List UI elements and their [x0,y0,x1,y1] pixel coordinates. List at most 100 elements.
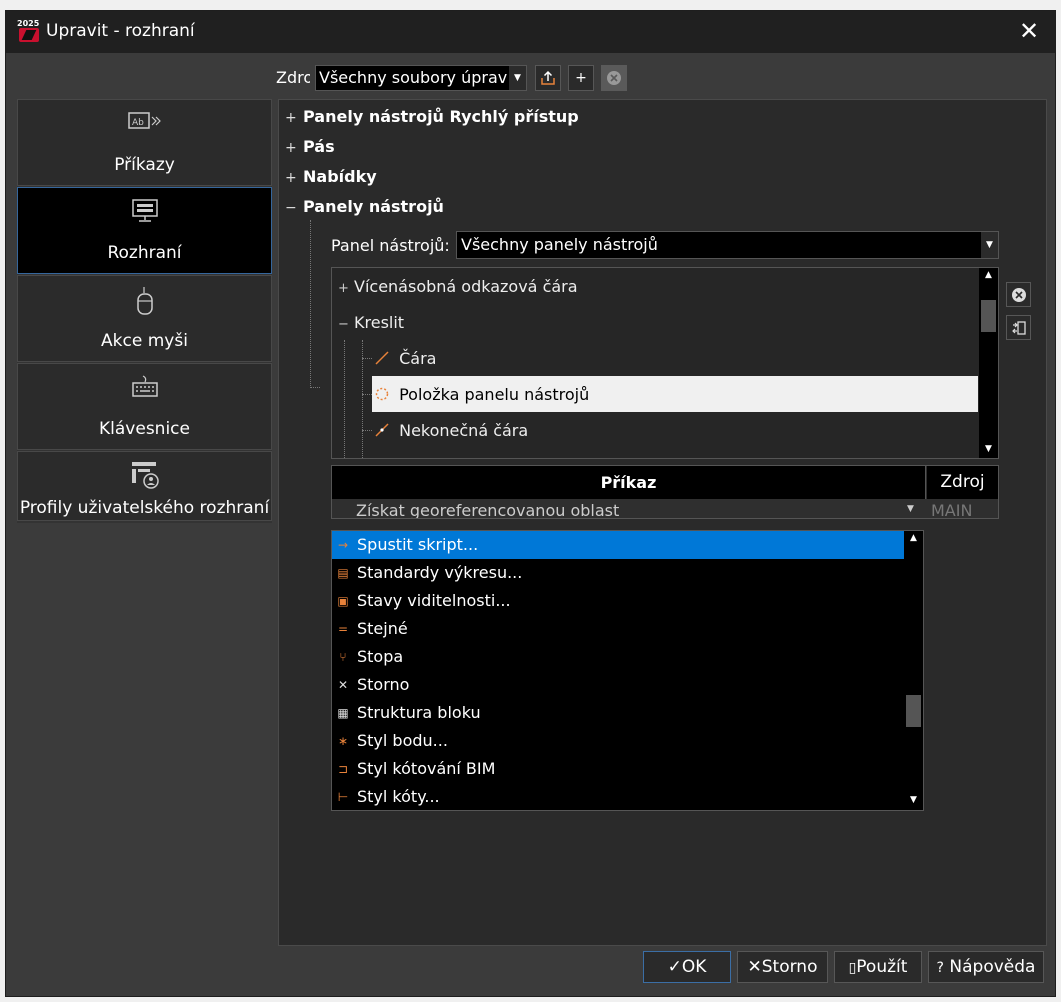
list-item[interactable]: ▦ Struktura bloku [332,699,905,727]
nav-item-interface[interactable]: Rozhraní [17,187,272,274]
check-icon: ✓ [667,957,682,977]
app-icon-year: 2025 [17,19,40,28]
list-item[interactable]: → Spustit skript... [332,531,905,559]
window-title: Upravit - rozhraní [46,21,195,41]
help-button[interactable]: ? Nápověda [928,951,1044,983]
remove-icon [607,71,621,85]
commands-icon: Ab [18,110,271,137]
toolbar-item-icon [375,387,389,401]
command-grid: Příkaz Zdroj Získat georeferencovanou ob… [331,465,999,519]
list-item[interactable]: ⊢ Styl kóty... [332,783,905,810]
scrollbar-thumb[interactable] [981,300,996,332]
line-icon [375,351,389,365]
tree-item-line[interactable]: Čára [374,349,436,368]
keyboard-icon [18,374,271,403]
profiles-icon [18,460,271,495]
customization-panel: + Panely nástrojů Rychlý přístup + Pás + Na… [278,99,1047,946]
remove-button[interactable] [601,65,627,91]
nav-label: Rozhraní [107,243,182,263]
collapse-marker[interactable]: − [285,200,303,216]
tree-item-draw[interactable]: − Kreslit [338,313,404,332]
list-item[interactable]: ⑂ Stopa [332,643,905,671]
nav-item-commands[interactable]: Ab Příkazy [17,99,272,186]
nav-label: Profily uživatelského rozhraní [19,498,270,518]
cancel-icon: ✕ [337,678,349,692]
interface-icon [18,198,271,229]
tree-section-menus[interactable]: + Nabídky [285,167,377,186]
scroll-up-icon[interactable]: ▲ [979,270,998,280]
mouse-icon [18,286,271,321]
help-icon: ? [936,960,944,976]
nav-item-profiles[interactable]: Profily uživatelského rozhraní [17,451,272,521]
dimension-style-icon: ⊢ [337,790,349,804]
expand-marker[interactable]: + [285,170,303,186]
bim-dimension-style-icon: ⊐ [337,762,349,776]
expand-marker[interactable]: + [285,140,303,156]
toolbar-select[interactable]: Všechny panely nástrojů ▼ [456,231,999,259]
scroll-down-icon[interactable]: ▼ [979,444,998,454]
toolbar-label: Panel nástrojů: [331,236,450,255]
scrollbar-thumb[interactable] [906,695,921,727]
grid-cell-source: MAIN [931,501,973,519]
dialog-window: 2025 Upravit - rozhraní ✕ Zdroj Všechny … [5,10,1056,997]
nav-item-keyboard[interactable]: Klávesnice [17,363,272,450]
close-icon[interactable]: ✕ [1017,19,1041,43]
grid-cell-command[interactable]: Získat georeferencovanou oblast [332,501,926,518]
block-structure-icon: ▦ [337,706,349,720]
export-button[interactable] [535,65,561,91]
source-value: Všechny soubory úprav [319,68,508,87]
tree-item-toolbar-item[interactable]: Položka panelu nástrojů [374,385,589,404]
drawing-standards-icon: ▤ [337,566,349,580]
source-label: Zdroj [276,68,310,87]
add-icon: + [575,70,587,86]
dropdown-scrollbar[interactable]: ▲ ▼ [904,531,923,810]
chevron-down-icon[interactable]: ▼ [981,232,998,258]
toolbar-tree: + Vícenásobná odkazová čára − Kreslit Čára… [331,267,999,459]
nav-label: Akce myši [101,331,188,351]
add-button[interactable]: + [568,65,594,91]
tree-scrollbar[interactable]: ▲ ▼ [979,268,998,458]
source-select[interactable]: Všechny soubory úprav ▼ [315,65,527,91]
run-script-icon: → [337,538,349,552]
swap-panel-icon [1011,321,1026,335]
chevron-down-icon[interactable]: ▼ [907,504,914,514]
visibility-states-icon: ▣ [337,594,349,608]
toggle-button[interactable] [1006,315,1031,340]
tree-item-multileader[interactable]: + Vícenásobná odkazová čára [338,277,578,296]
delete-button[interactable] [1006,282,1031,307]
tree-item-xline[interactable]: Nekonečná čára [374,421,528,440]
close-icon: ✕ [747,957,762,977]
tree-section-quick-access[interactable]: + Panely nástrojů Rychlý přístup [285,107,579,126]
chevron-down-icon[interactable]: ▼ [509,66,526,90]
list-item[interactable]: ✕ Storno [332,671,905,699]
list-item[interactable]: = Stejné [332,615,905,643]
toolbar-select-value: Všechny panely nástrojů [461,235,658,254]
nav-label: Klávesnice [99,419,190,439]
point-style-icon: ∗ [337,734,349,748]
cancel-button[interactable]: ✕Storno [737,951,828,983]
apply-button[interactable]: ▯Použít [834,951,922,983]
nav-label: Příkazy [114,155,175,175]
delete-icon [1011,288,1026,302]
same-icon: = [337,622,349,636]
tree-section-ribbon[interactable]: + Pás [285,137,335,156]
tree-section-toolbars[interactable]: − Panely nástrojů [285,197,444,216]
nav-item-mouse[interactable]: Akce myši [17,275,272,362]
list-item[interactable]: ⊐ Styl kótování BIM [332,755,905,783]
scroll-up-icon[interactable]: ▲ [904,533,923,543]
category-nav: Ab Příkazy Rozhraní Akce myši Klávesnice [17,99,272,523]
list-item[interactable]: ∗ Styl bodu... [332,727,905,755]
column-header-source[interactable]: Zdroj [927,466,998,499]
title-bar: 2025 Upravit - rozhraní ✕ [6,11,1055,53]
scroll-down-icon[interactable]: ▼ [904,795,923,805]
command-dropdown-list: → Spustit skript... ▤ Standardy výkresu.… [331,530,924,811]
export-icon [541,70,555,85]
list-item[interactable]: ▣ Stavy viditelnosti... [332,587,905,615]
xline-icon [375,423,389,437]
expand-marker[interactable]: + [285,110,303,126]
app-icon: 2025 [17,19,41,44]
column-header-command[interactable]: Příkaz [332,466,926,499]
svg-text:Ab: Ab [132,118,144,128]
list-item[interactable]: ▤ Standardy výkresu... [332,559,905,587]
ok-button[interactable]: ✓OK [643,951,731,983]
